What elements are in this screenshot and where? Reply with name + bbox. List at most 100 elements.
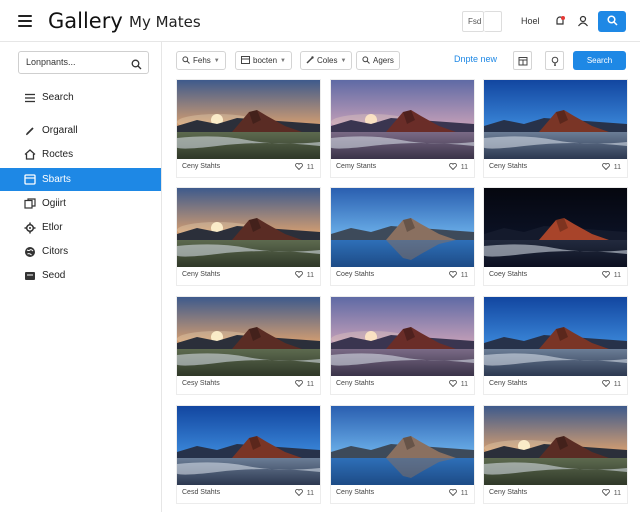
heart-icon[interactable] — [448, 270, 457, 280]
photo-card[interactable]: Cesy Stahts 11 — [177, 297, 320, 394]
photo-card[interactable]: Ceny Stahts 11 — [177, 188, 320, 285]
heart-icon[interactable] — [294, 162, 303, 172]
chip-label: Coles — [317, 56, 338, 65]
photo-thumbnail[interactable] — [331, 406, 474, 485]
sidebar-item-label: Etlor — [42, 222, 63, 233]
create-new-link[interactable]: Dnpte new — [454, 54, 497, 64]
heart-icon[interactable] — [448, 379, 457, 389]
pen-icon — [24, 125, 36, 137]
photo-card[interactable]: Cemy Stants 11 — [331, 80, 474, 177]
photo-caption: Ceny Stahts — [336, 489, 375, 496]
photo-thumbnail[interactable] — [484, 406, 627, 485]
colors-chip[interactable]: Coles ▼ — [300, 51, 353, 70]
toolbar — [162, 42, 640, 78]
photo-caption: Ceny Stahts — [182, 163, 221, 170]
header-search-button[interactable] — [598, 11, 626, 32]
photo-thumbnail[interactable] — [484, 297, 627, 376]
photo-meta: 11 — [601, 488, 621, 498]
header-field[interactable]: Fsd — [462, 11, 484, 32]
sidebar-item-orgarall[interactable]: Orgarall — [0, 119, 161, 142]
photo-caption: Cesd Stahts — [182, 489, 221, 496]
photo-thumbnail[interactable] — [177, 80, 320, 159]
photo-card[interactable]: Coey Stahts 11 — [484, 188, 627, 285]
heart-icon[interactable] — [294, 270, 303, 280]
sidebar-item-label: Search — [42, 92, 74, 103]
photo-count: 11 — [613, 164, 621, 171]
photo-count: 11 — [460, 164, 468, 171]
sidebar-item-etlor[interactable]: Etlor — [0, 216, 161, 239]
search-icon — [362, 55, 370, 66]
photo-caption: Ceny Stahts — [182, 271, 221, 278]
sidebar-search-input[interactable]: Lonpnants... — [18, 51, 149, 74]
user-icon[interactable] — [575, 13, 591, 29]
photo-card[interactable]: Ceny Stahts 11 — [484, 406, 627, 503]
sidebar-item-search[interactable]: Search — [0, 86, 161, 109]
lightbulb-icon[interactable] — [545, 51, 564, 70]
card-icon — [24, 270, 36, 282]
photo-thumbnail[interactable] — [177, 188, 320, 267]
sidebar: Lonpnants... Search Orgarall Roctes Sbarts O… — [0, 42, 162, 512]
chip-label: bocten — [253, 56, 278, 65]
search-icon — [606, 13, 618, 31]
heart-icon[interactable] — [601, 379, 610, 389]
gear-icon — [24, 222, 36, 234]
sidebar-item-sbarts[interactable]: Sbarts — [0, 168, 161, 191]
app-header: Gallery My Mates Fsd Hoel — [0, 0, 640, 42]
photo-count: 11 — [306, 164, 314, 171]
photo-thumbnail[interactable] — [484, 188, 627, 267]
folder-icon — [24, 174, 36, 186]
search-button[interactable]: Search — [573, 51, 626, 70]
photo-meta: 11 — [601, 379, 621, 389]
photo-thumbnail[interactable] — [331, 297, 474, 376]
notification-icon[interactable] — [552, 13, 568, 29]
sidebar-item-seod[interactable]: Seod — [0, 264, 161, 287]
photo-meta: 11 — [448, 162, 468, 172]
sidebar-item-label: Seod — [42, 270, 66, 281]
header-user-text[interactable]: Hoel — [521, 16, 540, 26]
heart-icon[interactable] — [294, 488, 303, 498]
photo-meta: 11 — [294, 162, 314, 172]
search-icon[interactable] — [131, 57, 142, 75]
sidebar-item-roctes[interactable]: Roctes — [0, 143, 161, 166]
home-icon — [24, 149, 36, 161]
photo-card[interactable]: Ceny Stahts 11 — [331, 406, 474, 503]
sidebar-item-citors[interactable]: Citors — [0, 240, 161, 263]
sidebar-item-label: Roctes — [42, 149, 74, 160]
menu-icon[interactable] — [18, 15, 32, 27]
heart-icon[interactable] — [448, 162, 457, 172]
heart-icon[interactable] — [601, 270, 610, 280]
photo-card[interactable]: Ceny Stahts 11 — [331, 297, 474, 394]
heart-icon[interactable] — [601, 162, 610, 172]
header-field-extension[interactable] — [484, 11, 502, 32]
photo-thumbnail[interactable] — [484, 80, 627, 159]
ages-chip[interactable]: Agers — [356, 51, 400, 70]
photo-meta: 11 — [294, 379, 314, 389]
sidebar-item-ogiirt[interactable]: Ogiirt — [0, 192, 161, 215]
photo-thumbnail[interactable] — [331, 80, 474, 159]
section-title: My Mates — [129, 13, 201, 31]
location-chip[interactable]: bocten ▼ — [235, 51, 292, 70]
sidebar-search-text: Lonpnants... — [26, 57, 76, 67]
photo-card[interactable]: Ceny Stahts 11 — [177, 80, 320, 177]
heart-icon[interactable] — [601, 488, 610, 498]
sidebar-item-label: Orgarall — [42, 125, 78, 136]
photo-card[interactable]: Ceny Stahts 11 — [484, 297, 627, 394]
photo-card[interactable]: Coey Stahts 11 — [331, 188, 474, 285]
photo-meta: 11 — [601, 162, 621, 172]
app-title: Gallery — [48, 9, 123, 33]
photo-card[interactable]: Cesd Stahts 11 — [177, 406, 320, 503]
heart-icon[interactable] — [294, 379, 303, 389]
chevron-down-icon: ▼ — [213, 57, 220, 64]
photo-thumbnail[interactable] — [177, 406, 320, 485]
photo-thumbnail[interactable] — [177, 297, 320, 376]
photo-thumbnail[interactable] — [331, 188, 474, 267]
filter-chip[interactable]: Fehs ▼ — [176, 51, 226, 70]
globe-icon — [24, 246, 36, 258]
chevron-down-icon: ▼ — [340, 57, 347, 64]
photo-meta: 11 — [294, 488, 314, 498]
photo-count: 11 — [613, 381, 621, 388]
heart-icon[interactable] — [448, 488, 457, 498]
calendar-icon[interactable] — [513, 51, 532, 70]
photo-count: 11 — [460, 381, 468, 388]
photo-card[interactable]: Ceny Stahts 11 — [484, 80, 627, 177]
